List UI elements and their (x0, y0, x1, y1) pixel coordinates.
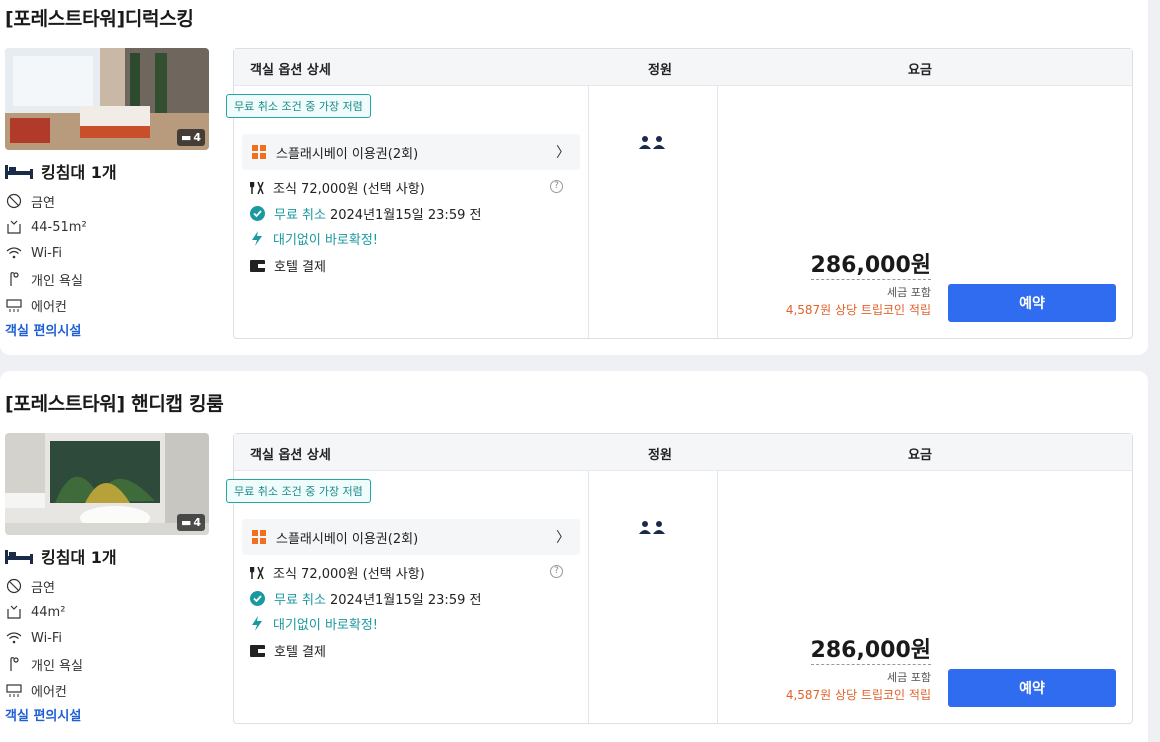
no-smoking-icon (6, 578, 22, 594)
shower-icon (10, 657, 19, 671)
trip-coin-note: 4,587원 상당 트립코인 적립 (785, 688, 931, 702)
option-payment: 호텔 결제 (250, 256, 326, 275)
air-conditioner-icon (6, 299, 22, 312)
column-divider (717, 86, 718, 338)
amenity-aircon: 에어컨 (5, 292, 220, 318)
trip-coin-note: 4,587원 상당 트립코인 적립 (785, 303, 931, 317)
tax-note: 세금 포함 (887, 671, 931, 684)
air-conditioner-icon (6, 684, 22, 697)
chevron-right-icon: 〉 (556, 145, 570, 161)
header-capacity: 정원 (648, 63, 672, 78)
option-free-cancel: 무료 취소 2024년1월15일 23:59 전 (250, 204, 481, 223)
header-price: 요금 (908, 63, 932, 78)
amenity-wifi: Wi-Fi (5, 625, 220, 651)
price[interactable]: 286,000원 (810, 638, 931, 665)
header-detail: 객실 옵션 상세 (250, 63, 331, 78)
help-icon[interactable]: ? (550, 180, 563, 193)
amenity-bathroom: 개인 욕실 (5, 266, 220, 292)
cheapest-tag: 무료 취소 조건 중 가장 저렴 (226, 479, 371, 503)
room-card: [포레스트타워]디럭스킹 ▬ 4 킹침대 1개 금연 44-51m² Wi-Fi… (0, 0, 1148, 355)
chevron-right-icon: 〉 (556, 530, 570, 546)
room-title: [포레스트타워]디럭스킹 (5, 8, 194, 30)
bed-label: 킹침대 1개 (41, 163, 117, 182)
gallery-icon: ▬ (180, 131, 192, 144)
package-row[interactable]: 스플래시베이 이용권(2회) 〉 (242, 134, 580, 170)
amenity-bathroom: 개인 욕실 (5, 651, 220, 677)
room-size-icon (7, 605, 21, 619)
cheapest-tag: 무료 취소 조건 중 가장 저렴 (226, 94, 371, 118)
option-free-cancel: 무료 취소 2024년1월15일 23:59 전 (250, 589, 481, 608)
package-label: 스플래시베이 이용권(2회) (276, 146, 419, 162)
package-label: 스플래시베이 이용권(2회) (276, 531, 419, 547)
two-persons-icon (639, 136, 665, 149)
column-divider (717, 471, 718, 723)
amenity-no-smoking: 금연 (5, 188, 220, 214)
amenity-size: 44-51m² (5, 214, 220, 240)
tax-note: 세금 포함 (887, 286, 931, 299)
header-price: 요금 (908, 448, 932, 463)
photo-count-badge: ▬ 4 (176, 514, 205, 531)
amenity-no-smoking: 금연 (5, 573, 220, 599)
price[interactable]: 286,000원 (810, 253, 931, 280)
column-divider (588, 471, 589, 723)
column-divider (588, 86, 589, 338)
room-card: [포레스트타워] 핸디캡 킹룸 ▬ 4 킹침대 1개 금연 44m² Wi-Fi… (0, 371, 1148, 742)
lightning-icon (252, 231, 262, 246)
table-header: 객실 옵션 상세 정원 요금 (234, 434, 1132, 471)
gift-icon (252, 530, 266, 544)
shower-icon (10, 272, 19, 286)
package-row[interactable]: 스플래시베이 이용권(2회) 〉 (242, 519, 580, 555)
help-icon[interactable]: ? (550, 565, 563, 578)
room-photo[interactable]: ▬ 4 (5, 48, 209, 150)
room-info: 킹침대 1개 금연 44-51m² Wi-Fi 개인 욕실 에어컨 객실 편의시… (5, 160, 220, 339)
photo-count-badge: ▬ 4 (176, 129, 205, 146)
option-breakfast: 조식 72,000원 (선택 사항) (250, 563, 425, 582)
option-breakfast: 조식 72,000원 (선택 사항) (250, 178, 425, 197)
wallet-icon (250, 644, 265, 657)
guest-capacity (638, 134, 666, 153)
room-size-icon (7, 220, 21, 234)
bed-icon (5, 550, 33, 564)
amenity-wifi: Wi-Fi (5, 240, 220, 266)
check-circle-icon (250, 206, 265, 221)
room-options-table: 객실 옵션 상세 정원 요금 무료 취소 조건 중 가장 저렴 스플래시베이 이… (226, 433, 1133, 724)
room-options-table: 객실 옵션 상세 정원 요금 무료 취소 조건 중 가장 저렴 스플래시베이 이… (226, 48, 1133, 339)
option-instant-confirm: 대기없이 바로확정! (250, 229, 378, 248)
amenity-aircon: 에어컨 (5, 677, 220, 703)
header-detail: 객실 옵션 상세 (250, 448, 331, 463)
gallery-icon: ▬ (180, 516, 192, 529)
bed-label: 킹침대 1개 (41, 548, 117, 567)
room-title: [포레스트타워] 핸디캡 킹룸 (5, 393, 224, 415)
option-payment: 호텔 결제 (250, 641, 326, 660)
bed-icon (5, 165, 33, 179)
room-info: 킹침대 1개 금연 44m² Wi-Fi 개인 욕실 에어컨 객실 편의시설 (5, 545, 220, 724)
table-header: 객실 옵션 상세 정원 요금 (234, 49, 1132, 86)
lightning-icon (252, 616, 262, 631)
check-circle-icon (250, 591, 265, 606)
wifi-icon (6, 247, 22, 259)
book-button[interactable]: 예약 (948, 669, 1116, 707)
room-photo[interactable]: ▬ 4 (5, 433, 209, 535)
two-persons-icon (639, 521, 665, 534)
bed-row: 킹침대 1개 (5, 545, 220, 567)
no-smoking-icon (6, 193, 22, 209)
amenities-link[interactable]: 객실 편의시설 (5, 320, 81, 339)
wallet-icon (250, 259, 265, 272)
amenity-size: 44m² (5, 599, 220, 625)
guest-capacity (638, 519, 666, 538)
option-instant-confirm: 대기없이 바로확정! (250, 614, 378, 633)
gift-icon (252, 145, 266, 159)
amenities-link[interactable]: 객실 편의시설 (5, 705, 81, 724)
header-capacity: 정원 (648, 448, 672, 463)
utensils-icon (250, 181, 264, 194)
wifi-icon (6, 632, 22, 644)
bed-row: 킹침대 1개 (5, 160, 220, 182)
utensils-icon (250, 566, 264, 579)
book-button[interactable]: 예약 (948, 284, 1116, 322)
